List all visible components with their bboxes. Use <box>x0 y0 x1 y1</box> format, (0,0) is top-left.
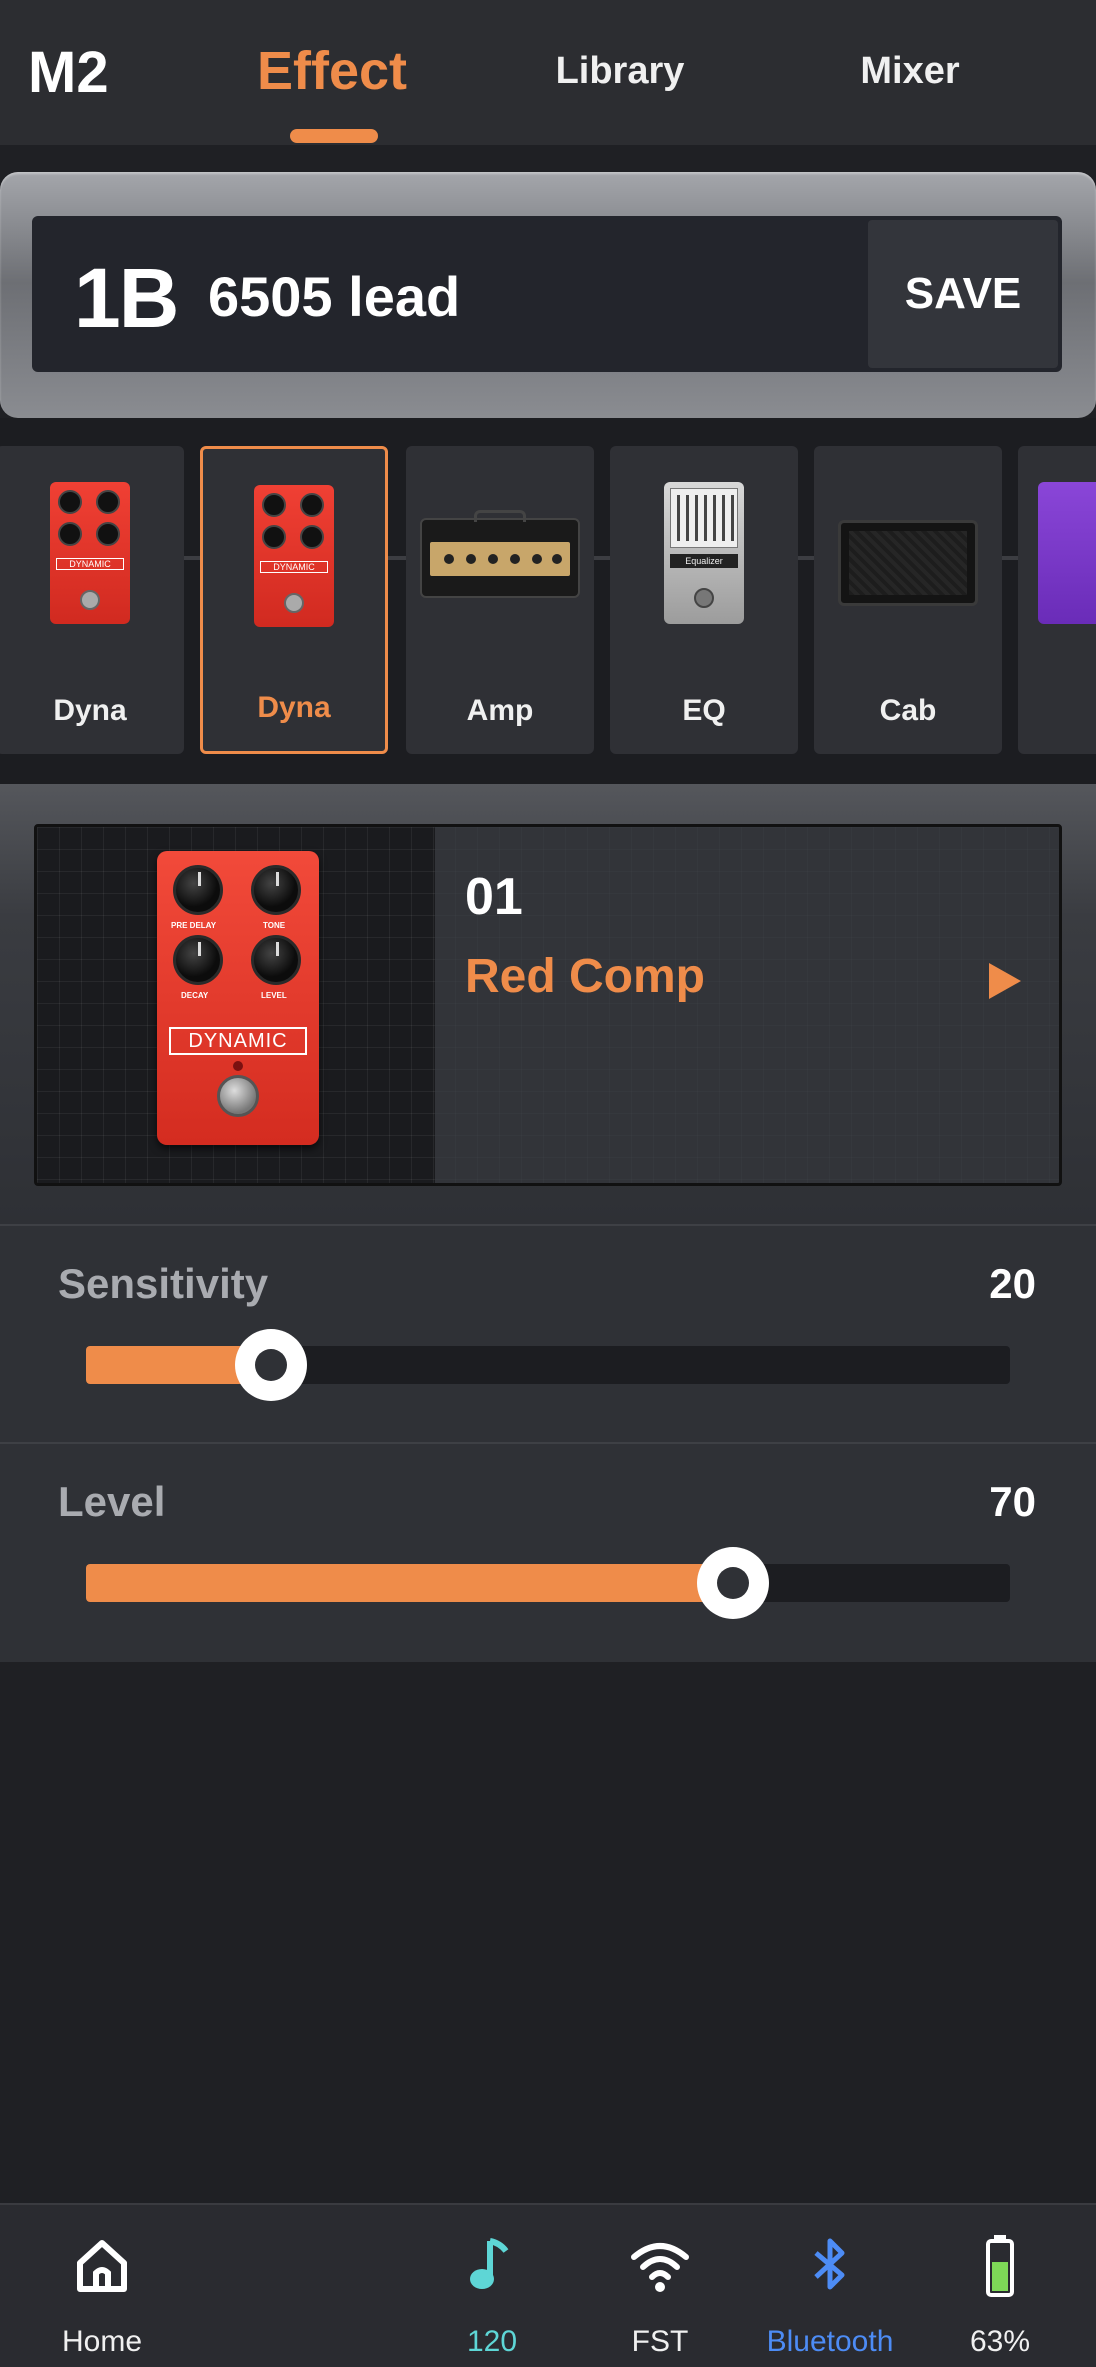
equalizer-pedal-icon: Equalizer <box>664 482 744 624</box>
effect-info-area <box>435 827 1059 1183</box>
param-label: Sensitivity <box>58 1260 269 1307</box>
red-comp-pedal-image: PRE DELAY TONE DECAY LEVEL DYNAMIC <box>157 851 319 1145</box>
chain-slot-label: Dyna <box>257 691 331 724</box>
sensitivity-slider-track[interactable] <box>86 1329 1010 1401</box>
battery-status: 63% <box>920 2225 1080 2358</box>
home-label: Home <box>61 2325 143 2358</box>
tab-mixer[interactable]: Mixer <box>810 36 1010 106</box>
compressor-pedal-icon: DYNAMIC <box>254 485 334 627</box>
tab-effect[interactable]: Effect <box>232 36 432 106</box>
wifi-icon <box>631 2243 689 2292</box>
pedal-led <box>233 1061 243 1071</box>
active-tab-indicator <box>290 129 378 143</box>
chain-slot-label: D <box>1044 694 1096 728</box>
bottom-status-bar: Home 120 FST Bluetooth 63% <box>0 2203 1096 2367</box>
chain-slot-eq[interactable]: Equalizer EQ <box>610 446 798 754</box>
chain-slot-amp[interactable]: Amp <box>406 446 594 754</box>
top-nav-bar: M2 Effect Library Mixer <box>0 0 1096 145</box>
effect-index: 01 <box>465 868 523 926</box>
preset-display[interactable]: 1B 6505 lead SAVE <box>32 216 1062 372</box>
tempo-label: 120 <box>466 2325 518 2358</box>
effect-model-card[interactable]: PRE DELAY TONE DECAY LEVEL DYNAMIC 01 Re… <box>34 824 1062 1186</box>
wifi-label: FST <box>631 2325 689 2358</box>
param-value: 20 <box>989 1260 1036 1307</box>
purple-pedal-icon <box>1038 482 1096 624</box>
pedal-footswitch <box>217 1075 259 1117</box>
pedal-brand-label: DYNAMIC <box>169 1027 307 1055</box>
bluetooth-button[interactable]: Bluetooth <box>750 2225 910 2358</box>
m2-logo[interactable]: M2 <box>28 40 120 100</box>
compressor-pedal-icon: DYNAMIC <box>50 482 130 624</box>
battery-label: 63% <box>969 2325 1031 2358</box>
effect-chain: DYNAMIC Dyna DYNAMIC Dyna Amp Equalizer … <box>0 418 1096 784</box>
param-sensitivity: Sensitivity 20 <box>0 1224 1096 1442</box>
level-slider-track[interactable] <box>86 1547 1010 1619</box>
level-slider-thumb[interactable] <box>696 1547 769 1619</box>
home-icon <box>77 2240 127 2292</box>
wifi-button[interactable]: FST <box>580 2225 740 2358</box>
preset-number: 1B <box>74 251 179 345</box>
amp-head-icon <box>420 510 580 598</box>
chain-slot-dyna-1[interactable]: DYNAMIC Dyna <box>0 446 184 754</box>
param-value: 70 <box>989 1478 1036 1525</box>
bluetooth-label: Bluetooth <box>766 2325 894 2358</box>
param-level: Level 70 <box>0 1442 1096 1662</box>
bluetooth-icon <box>814 2238 845 2290</box>
music-note-icon <box>470 2238 509 2289</box>
chain-slot-label: EQ <box>682 694 726 727</box>
play-icon[interactable] <box>989 963 1021 999</box>
chain-slot-label: Dyna <box>53 694 127 727</box>
sensitivity-slider-thumb[interactable] <box>234 1329 307 1401</box>
tempo-button[interactable]: 120 <box>412 2225 572 2358</box>
save-button[interactable]: SAVE <box>868 220 1058 368</box>
home-button[interactable]: Home <box>22 2225 182 2358</box>
preset-name: 6505 lead <box>208 265 461 328</box>
chain-slot-label: Cab <box>879 694 937 727</box>
effect-name: Red Comp <box>465 950 705 1003</box>
chain-slot-cab[interactable]: Cab <box>814 446 1002 754</box>
chain-slot-partial[interactable]: D <box>1018 446 1096 754</box>
cabinet-icon <box>838 520 978 606</box>
chain-slot-dyna-2[interactable]: DYNAMIC Dyna <box>200 446 388 754</box>
preset-bar: 1B 6505 lead SAVE <box>0 172 1096 418</box>
battery-icon <box>986 2235 1014 2297</box>
effect-detail-panel: PRE DELAY TONE DECAY LEVEL DYNAMIC 01 Re… <box>0 784 1096 1224</box>
slider-fill <box>86 1564 733 1602</box>
chain-slot-label: Amp <box>466 694 534 727</box>
svg-text:M2: M2 <box>28 40 109 100</box>
tab-library[interactable]: Library <box>520 36 720 106</box>
param-label: Level <box>58 1478 166 1525</box>
